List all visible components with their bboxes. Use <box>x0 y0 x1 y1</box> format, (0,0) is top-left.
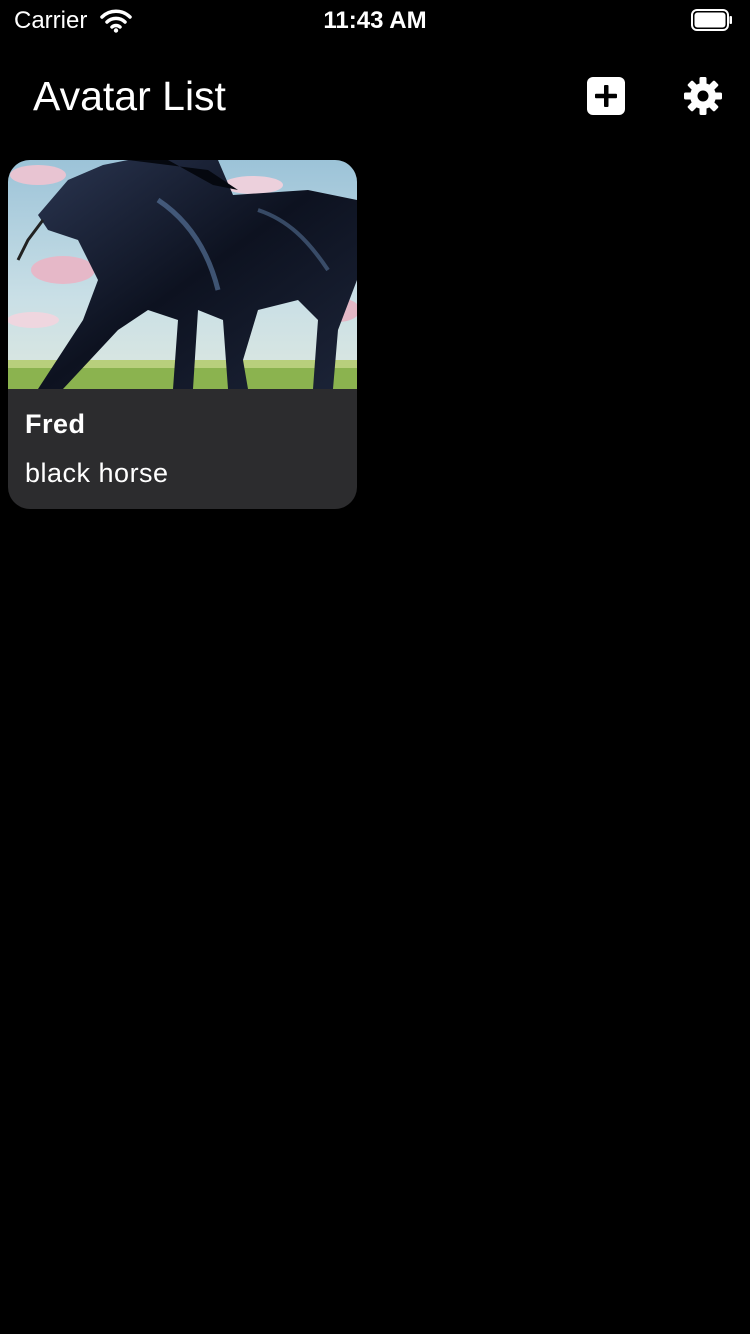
avatar-image <box>8 160 357 389</box>
add-avatar-button[interactable] <box>587 77 625 115</box>
avatar-description: black horse <box>25 458 169 488</box>
gear-icon <box>684 77 722 115</box>
status-time: 11:43 AM <box>323 7 427 34</box>
avatar-card[interactable]: Fred black horse <box>8 160 357 509</box>
page-title: Avatar List <box>33 73 226 119</box>
plus-square-icon <box>587 77 625 115</box>
battery-icon <box>691 9 732 31</box>
settings-button[interactable] <box>683 76 723 116</box>
status-bar: Carrier 11:43 AM <box>0 0 750 40</box>
avatar-name: Fred <box>25 409 86 439</box>
